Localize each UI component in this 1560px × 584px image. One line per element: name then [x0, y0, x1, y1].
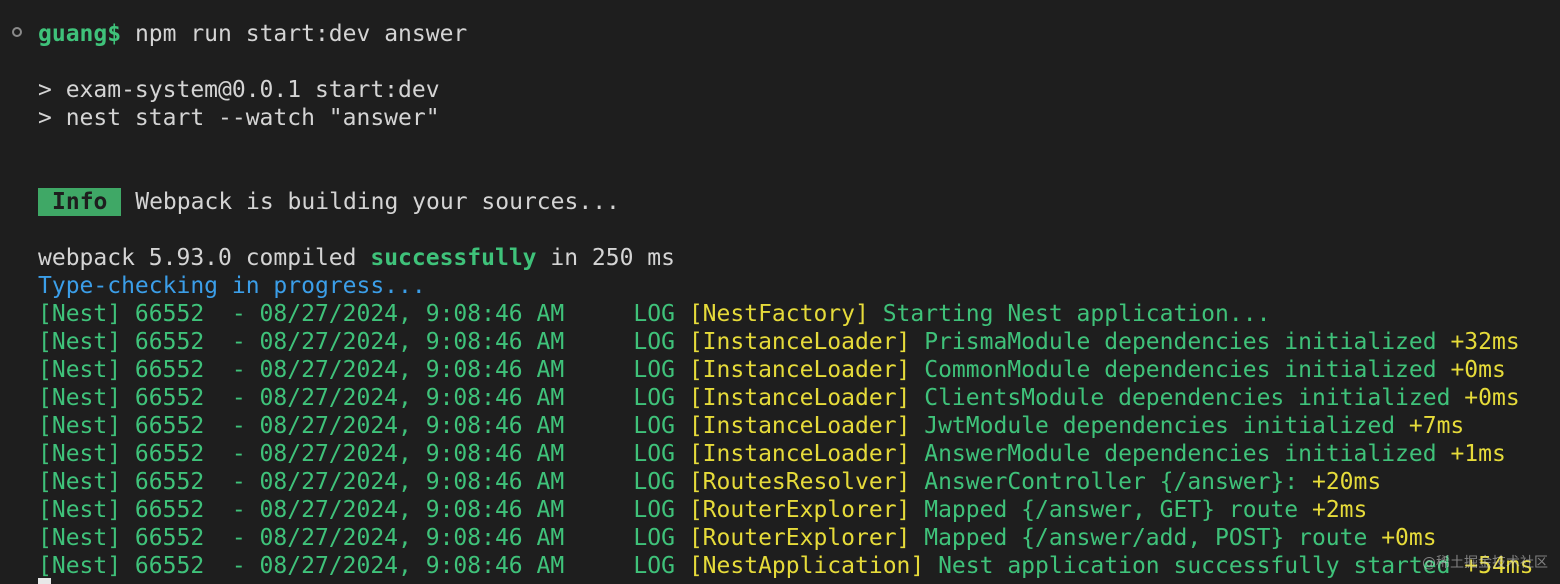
log-timing: +20ms: [1311, 469, 1382, 495]
npm-script-line: > nest start --watch "answer": [38, 105, 440, 131]
log-prefix: [Nest] 66552 - 08/27/2024, 9:08:46 AM LO…: [38, 553, 689, 579]
log-context: [InstanceLoader]: [688, 413, 911, 439]
log-message: CommonModule dependencies initialized: [910, 357, 1451, 383]
log-message: Mapped {/answer/add, POST} route: [910, 525, 1382, 551]
log-message: ClientsModule dependencies initialized: [910, 385, 1465, 411]
nest-log-line: [Nest] 66552 - 08/27/2024, 9:08:46 AM LO…: [38, 524, 1437, 552]
prompt-user: guang$: [38, 21, 122, 47]
log-timing: +0ms: [1464, 385, 1520, 411]
log-prefix: [Nest] 66552 - 08/27/2024, 9:08:46 AM LO…: [38, 329, 689, 355]
nest-log-line: [Nest] 66552 - 08/27/2024, 9:08:46 AM LO…: [38, 300, 1270, 328]
log-prefix: [Nest] 66552 - 08/27/2024, 9:08:46 AM LO…: [38, 441, 689, 467]
log-message: Nest application successfully started: [924, 553, 1465, 579]
nest-log-line: [Nest] 66552 - 08/27/2024, 9:08:46 AM LO…: [38, 440, 1506, 468]
nest-log-line: [Nest] 66552 - 08/27/2024, 9:08:46 AM LO…: [38, 468, 1381, 496]
nest-log-line: [Nest] 66552 - 08/27/2024, 9:08:46 AM LO…: [38, 384, 1520, 412]
watermark: @稀土掘金技术社区: [1422, 555, 1548, 571]
nest-log-line: [Nest] 66552 - 08/27/2024, 9:08:46 AM LO…: [38, 328, 1520, 356]
nest-log-line: [Nest] 66552 - 08/27/2024, 9:08:46 AM LO…: [38, 412, 1464, 440]
log-message: AnswerController {/answer}:: [910, 469, 1312, 495]
log-message: Mapped {/answer, GET} route: [910, 497, 1312, 523]
nest-log-line: [Nest] 66552 - 08/27/2024, 9:08:46 AM LO…: [38, 496, 1367, 524]
terminal-cursor: [38, 578, 51, 584]
prompt-line: guang$ npm run start:dev answer: [38, 20, 467, 48]
log-timing: +1ms: [1450, 441, 1506, 467]
log-prefix: [Nest] 66552 - 08/27/2024, 9:08:46 AM LO…: [38, 469, 689, 495]
nest-log-line: [Nest] 66552 - 08/27/2024, 9:08:46 AM LO…: [38, 552, 1534, 580]
log-context: [RoutesResolver]: [688, 469, 911, 495]
log-message: Starting Nest application...: [868, 301, 1271, 327]
log-timing: +7ms: [1408, 413, 1465, 439]
log-context: [InstanceLoader]: [688, 441, 911, 467]
log-timing: +2ms: [1311, 497, 1368, 523]
log-context: [InstanceLoader]: [688, 357, 911, 383]
webpack-compiled-prefix: webpack 5.93.0 compiled: [38, 245, 371, 271]
nest-log-line: [Nest] 66552 - 08/27/2024, 9:08:46 AM LO…: [38, 356, 1506, 384]
npm-script-line: > exam-system@0.0.1 start:dev: [38, 77, 440, 103]
prompt-command: npm run start:dev answer: [121, 21, 468, 47]
webpack-compiled-line: webpack 5.93.0 compiled successfully in …: [38, 244, 675, 272]
log-timing: +32ms: [1450, 329, 1520, 355]
prompt-status-dot-icon: [12, 27, 22, 37]
log-context: [NestApplication]: [688, 553, 925, 579]
log-message: PrismaModule dependencies initialized: [910, 329, 1451, 355]
log-message: AnswerModule dependencies initialized: [910, 441, 1451, 467]
log-context: [RouterExplorer]: [688, 497, 911, 523]
info-badge: Info: [38, 188, 122, 216]
log-prefix: [Nest] 66552 - 08/27/2024, 9:08:46 AM LO…: [38, 413, 689, 439]
info-text: Webpack is building your sources...: [121, 189, 620, 215]
terminal-window[interactable]: guang$ npm run start:dev answer > exam-s…: [0, 0, 1560, 584]
log-context: [InstanceLoader]: [688, 385, 911, 411]
log-context: [RouterExplorer]: [688, 525, 911, 551]
log-timing: +0ms: [1450, 357, 1506, 383]
log-prefix: [Nest] 66552 - 08/27/2024, 9:08:46 AM LO…: [38, 357, 689, 383]
webpack-info-line: Info Webpack is building your sources...: [38, 188, 620, 216]
log-context: [InstanceLoader]: [688, 329, 911, 355]
log-context: [NestFactory]: [688, 301, 869, 327]
log-timing: +0ms: [1381, 525, 1437, 551]
webpack-compiled-status: successfully: [370, 245, 537, 271]
log-prefix: [Nest] 66552 - 08/27/2024, 9:08:46 AM LO…: [38, 525, 689, 551]
webpack-compiled-suffix: in 250 ms: [536, 245, 675, 271]
log-prefix: [Nest] 66552 - 08/27/2024, 9:08:46 AM LO…: [38, 497, 689, 523]
type-checking-line: Type-checking in progress...: [38, 273, 426, 299]
log-prefix: [Nest] 66552 - 08/27/2024, 9:08:46 AM LO…: [38, 301, 689, 327]
log-message: JwtModule dependencies initialized: [910, 413, 1409, 439]
log-prefix: [Nest] 66552 - 08/27/2024, 9:08:46 AM LO…: [38, 385, 689, 411]
